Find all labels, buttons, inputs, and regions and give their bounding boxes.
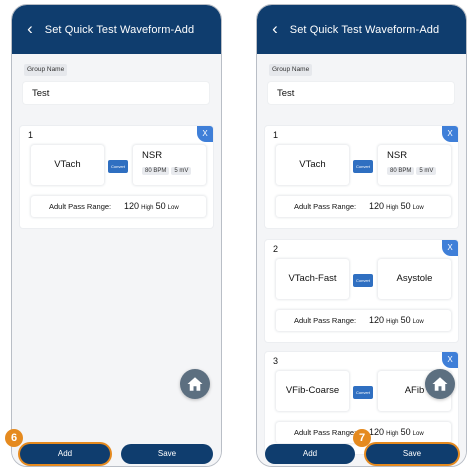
page-title: Set Quick Test Waveform-Add <box>44 23 195 36</box>
card-number: 2 <box>273 244 279 254</box>
pass-range-row[interactable]: Adult Pass Range: 120 High 50 Low <box>276 196 451 217</box>
bpm-chip: 80 BPM <box>387 167 415 175</box>
delete-card-button[interactable]: X <box>197 126 213 142</box>
high-value: 120 <box>369 315 385 325</box>
group-name-input[interactable]: Test <box>267 81 455 105</box>
low-label: Low <box>412 319 424 325</box>
mv-chip: 5 mV <box>171 167 192 175</box>
home-button[interactable] <box>425 369 455 399</box>
group-name-label: Group Name <box>24 64 68 76</box>
chevron-left-icon[interactable]: ‹ <box>23 19 37 39</box>
convert-icon[interactable]: Convert <box>108 160 128 173</box>
group-name-label: Group Name <box>269 64 313 76</box>
home-icon <box>187 377 203 391</box>
mv-chip: 5 mV <box>416 167 437 175</box>
pass-range-row[interactable]: Adult Pass Range: 120 High 50 Low <box>31 196 206 217</box>
pass-range-label: Adult Pass Range: <box>294 316 357 325</box>
card-number: 1 <box>273 130 279 140</box>
waveform-b-name: Asystole <box>396 273 433 284</box>
content-area: Group Name Test 1 X VTach Convert NSR 80… <box>257 54 466 466</box>
high-label: High <box>386 431 399 437</box>
waveform-card-1: 1 X VTach Convert NSR 80 BPM 5 mV Adult … <box>265 126 458 228</box>
step-marker-6: 6 <box>5 429 23 447</box>
delete-card-button[interactable]: X <box>442 240 458 256</box>
waveform-a-name: VTach-Fast <box>288 273 337 284</box>
low-label: Low <box>167 205 179 211</box>
card-number: 1 <box>28 130 34 140</box>
delete-card-button[interactable]: X <box>442 126 458 142</box>
waveform-b-box[interactable]: Asystole <box>378 259 451 299</box>
content-area: Group Name Test 1 X VTach Convert NSR 80… <box>12 54 221 466</box>
chevron-left-icon[interactable]: ‹ <box>268 19 282 39</box>
waveform-a-name: VTach <box>54 159 81 170</box>
delete-card-button[interactable]: X <box>442 352 458 368</box>
high-label: High <box>141 205 154 211</box>
waveform-b-box[interactable]: NSR 80 BPM 5 mV <box>378 145 451 185</box>
step-marker-7: 7 <box>353 429 371 447</box>
high-value: 120 <box>369 201 385 211</box>
save-button[interactable]: Save <box>366 444 458 464</box>
waveform-a-name: VTach <box>299 159 326 170</box>
waveform-b-name: NSR <box>387 150 408 161</box>
waveform-card-1: 1 X VTach Convert NSR 80 BPM 5 mV Adult … <box>20 126 213 228</box>
high-value: 120 <box>369 427 385 437</box>
high-value: 120 <box>124 201 140 211</box>
add-button[interactable]: Add <box>20 444 110 464</box>
low-label: Low <box>412 205 424 211</box>
waveform-b-name: NSR <box>142 150 163 161</box>
convert-icon[interactable]: Convert <box>353 160 373 173</box>
add-button[interactable]: Add <box>265 444 355 464</box>
group-name-input[interactable]: Test <box>22 81 210 105</box>
card-number: 3 <box>273 356 279 366</box>
bpm-chip: 80 BPM <box>142 167 170 175</box>
low-value: 50 <box>400 201 411 211</box>
waveform-a-box[interactable]: VFib-Coarse <box>276 371 349 411</box>
low-value: 50 <box>155 201 166 211</box>
save-button[interactable]: Save <box>121 444 213 464</box>
high-label: High <box>386 205 399 211</box>
header-bar: ‹ Set Quick Test Waveform-Add <box>12 5 221 54</box>
low-value: 50 <box>400 427 411 437</box>
home-button[interactable] <box>180 369 210 399</box>
waveform-a-box[interactable]: VTach <box>276 145 349 185</box>
phone-screen-left: ‹ Set Quick Test Waveform-Add Group Name… <box>11 4 222 467</box>
waveform-a-box[interactable]: VTach-Fast <box>276 259 349 299</box>
low-label: Low <box>412 431 424 437</box>
pass-range-label: Adult Pass Range: <box>294 202 357 211</box>
waveform-b-box[interactable]: NSR 80 BPM 5 mV <box>133 145 206 185</box>
page-title: Set Quick Test Waveform-Add <box>289 23 440 36</box>
waveform-a-name: VFib-Coarse <box>285 385 340 396</box>
pass-range-row[interactable]: Adult Pass Range: 120 High 50 Low <box>276 310 451 331</box>
header-bar: ‹ Set Quick Test Waveform-Add <box>257 5 466 54</box>
convert-icon[interactable]: Convert <box>353 386 373 399</box>
pass-range-label: Adult Pass Range: <box>49 202 112 211</box>
waveform-card-2: 2 X VTach-Fast Convert Asystole Adult Pa… <box>265 240 458 342</box>
convert-icon[interactable]: Convert <box>353 274 373 287</box>
phone-screen-right: ‹ Set Quick Test Waveform-Add Group Name… <box>256 4 467 467</box>
pass-range-label: Adult Pass Range: <box>294 428 357 437</box>
waveform-a-box[interactable]: VTach <box>31 145 104 185</box>
low-value: 50 <box>400 315 411 325</box>
home-icon <box>432 377 448 391</box>
high-label: High <box>386 319 399 325</box>
